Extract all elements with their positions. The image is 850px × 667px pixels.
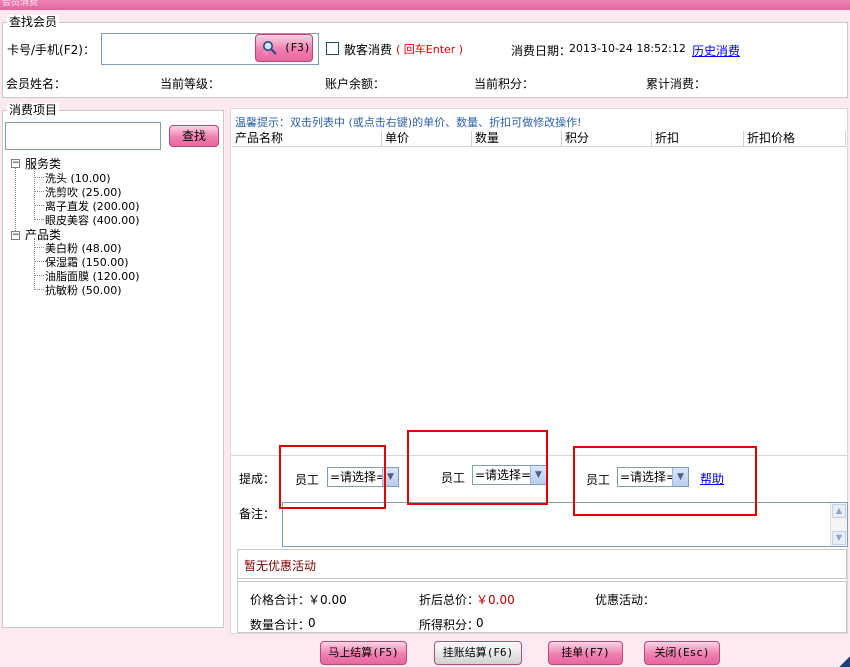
checkout-button[interactable]: 马上结算(F5) xyxy=(320,641,407,665)
qty-total-label: 数量合计： xyxy=(250,618,311,632)
scroll-up-icon[interactable]: ▲ xyxy=(832,504,846,518)
member-level-label: 当前等级： xyxy=(160,77,221,91)
commission-label: 提成： xyxy=(239,472,276,486)
highlight-box xyxy=(573,446,757,516)
date-label: 消费日期： xyxy=(511,44,572,58)
items-legend: 消费项目 xyxy=(7,103,60,117)
title-bar: 会员消费 xyxy=(0,0,850,10)
search-member-group: 查找会员 卡号/手机(F2)： (F3) 散客消费 ( 回车Enter ) 消费… xyxy=(2,15,848,98)
date-value: 2013-10-24 18:52:12 xyxy=(569,42,686,55)
walkin-label: 散客消费 xyxy=(344,43,393,57)
member-points-label: 当前积分： xyxy=(474,77,535,91)
highlight-box xyxy=(407,430,548,505)
window-title: 会员消费 xyxy=(2,0,39,8)
credit-checkout-button-label: 挂账结算(F6) xyxy=(442,646,514,659)
tree-connector xyxy=(35,261,44,262)
scrollbar[interactable]: ▲ ▼ xyxy=(830,503,847,546)
main-panel: 温馨提示：双击列表中 (或点击右键)的单价、数量、折扣可做修改操作! 产品名称 … xyxy=(230,108,848,634)
hang-order-button-label: 挂单(F7) xyxy=(561,646,610,659)
scroll-down-icon[interactable]: ▼ xyxy=(832,531,846,545)
category-expander-icon[interactable]: − xyxy=(11,231,20,240)
close-button-label: 关闭(Esc) xyxy=(654,646,710,659)
col-header-discount[interactable]: 折扣 xyxy=(652,131,744,147)
tree-connector xyxy=(35,205,44,206)
hang-order-button[interactable]: 挂单(F7) xyxy=(548,641,623,665)
credit-checkout-button[interactable]: 挂账结算(F6) xyxy=(434,641,522,665)
history-link[interactable]: 历史消费 xyxy=(692,42,740,59)
tree-connector xyxy=(34,238,35,290)
tree-connector xyxy=(15,163,16,235)
search-member-button[interactable]: (F3) xyxy=(255,34,313,62)
col-header-product[interactable]: 产品名称 xyxy=(232,131,382,147)
price-total-value: ￥0.00 xyxy=(308,593,347,607)
find-button[interactable]: 查找 xyxy=(169,125,219,147)
card-label: 卡号/手机(F2)： xyxy=(7,43,95,57)
tree-connector xyxy=(35,289,44,290)
item-search-input[interactable] xyxy=(5,122,161,150)
search-member-button-label: (F3) xyxy=(284,41,311,54)
remarks-label: 备注： xyxy=(239,507,276,521)
points-earned-label: 所得积分： xyxy=(419,618,480,632)
promo-box: 暂无优惠活动 xyxy=(237,549,847,579)
close-button[interactable]: 关闭(Esc) xyxy=(644,641,720,665)
category-expander-icon[interactable]: − xyxy=(11,159,20,168)
member-name-label: 会员姓名： xyxy=(6,77,67,91)
walkin-hint: ( 回车Enter ) xyxy=(396,43,464,56)
tree-item[interactable]: 抗敏粉 (50.00) xyxy=(45,282,122,298)
col-header-price[interactable]: 单价 xyxy=(382,131,472,147)
col-header-discount-price[interactable]: 折扣价格 xyxy=(744,131,846,147)
discount-total-label: 折后总价： xyxy=(419,593,480,607)
magnifier-icon xyxy=(262,40,278,56)
checkout-button-label: 马上结算(F5) xyxy=(328,646,399,659)
promo-text: 暂无优惠活动 xyxy=(244,559,317,573)
discount-total-value: ￥0.00 xyxy=(476,593,515,607)
tip-text: 温馨提示：双击列表中 (或点击右键)的单价、数量、折扣可做修改操作! xyxy=(235,116,582,129)
highlight-box xyxy=(279,445,386,509)
tree-connector xyxy=(35,219,44,220)
qty-total-value: 0 xyxy=(308,616,316,630)
items-panel: 消费项目 查找 − 服务类 洗头 (10.00) 洗剪吹 (25.00) 离子直… xyxy=(2,103,224,628)
col-header-points[interactable]: 积分 xyxy=(562,131,652,147)
resize-grip-icon[interactable] xyxy=(838,655,850,667)
walkin-checkbox[interactable] xyxy=(326,42,339,55)
search-member-legend: 查找会员 xyxy=(7,15,60,29)
tree-connector xyxy=(34,168,35,220)
member-balance-label: 账户余额： xyxy=(325,77,386,91)
points-earned-value: 0 xyxy=(476,616,484,630)
col-header-quantity[interactable]: 数量 xyxy=(472,131,562,147)
find-button-label: 查找 xyxy=(181,129,206,143)
tree-connector xyxy=(35,247,44,248)
promotion-label: 优惠活动： xyxy=(595,593,656,607)
products-table[interactable]: 产品名称 单价 数量 积分 折扣 折扣价格 xyxy=(232,131,846,461)
price-total-label: 价格合计： xyxy=(250,593,311,607)
tree-connector xyxy=(35,275,44,276)
member-total-label: 累计消费： xyxy=(646,77,707,91)
tree-connector xyxy=(35,191,44,192)
summary-box: 价格合计： ￥0.00 折后总价： ￥0.00 优惠活动： 数量合计： 0 所得… xyxy=(237,581,847,633)
tree-connector xyxy=(35,177,44,178)
